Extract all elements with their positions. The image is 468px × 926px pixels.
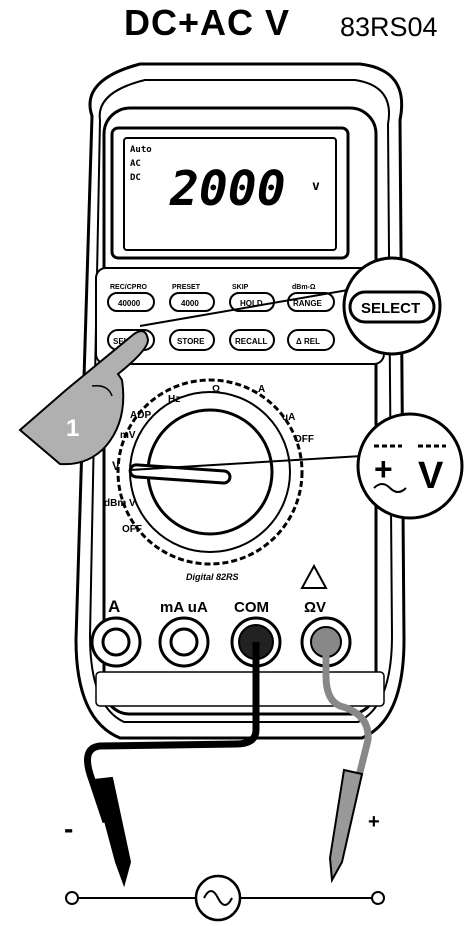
positive-sign: + — [368, 811, 380, 833]
jack-label-com: COM — [234, 599, 269, 616]
lcd-indicator-ac: AC — [130, 159, 141, 169]
multimeter-diagram: Auto AC DC 2000 v REC/CPRO 40000 PRESET … — [18, 62, 464, 922]
jack-info-panel — [95, 671, 385, 707]
mode-callout-v: V — [418, 455, 444, 497]
jack-a — [90, 616, 142, 668]
dial-label-v: V — [112, 459, 120, 473]
button-caption-2: PRESET — [172, 284, 201, 291]
select-callout-label: SELECT — [361, 300, 420, 317]
button-label-40000: 40000 — [118, 299, 141, 308]
jack-label-a: A — [108, 597, 120, 616]
dial-label-off-right: OFF — [294, 434, 314, 445]
jack-ma — [158, 616, 210, 668]
dial-label-off-left: OFF — [122, 524, 142, 535]
dial-brand: Digital 82RS — [186, 572, 239, 582]
dial-label-ohm: Ω — [212, 384, 220, 395]
button-label-range: RANGE — [293, 299, 323, 308]
lcd-reading: 2000 — [169, 161, 286, 217]
circuit-terminal-right — [371, 891, 385, 905]
dial-label-dbmv: dBm V — [104, 498, 136, 509]
button-caption-4: dBm-Ω — [292, 284, 316, 291]
negative-sign: - — [64, 813, 73, 844]
button-label-4000: 4000 — [181, 299, 199, 308]
dial-label-hz: Hz — [168, 394, 180, 405]
lcd-unit: v — [312, 179, 320, 194]
button-caption-3: SKIP — [232, 284, 249, 291]
button-label-rel: Δ REL — [296, 337, 320, 346]
dial-label-a: A — [258, 384, 265, 395]
mode-callout-plus: + — [374, 451, 393, 487]
dial-label-mv: mV — [120, 430, 136, 441]
lcd-indicator-auto: Auto — [130, 145, 152, 155]
jack-label-ma: mA uA — [160, 599, 208, 616]
button-caption-1: REC/CPRO — [110, 284, 148, 291]
jack-label-v: ΩV — [304, 599, 326, 616]
circuit-terminal-left — [65, 891, 79, 905]
step-number: 1 — [66, 415, 79, 442]
button-label-store: STORE — [177, 337, 205, 346]
dial-label-adp: ADP — [130, 410, 151, 421]
positive-probe — [328, 768, 364, 884]
button-label-recall: RECALL — [235, 337, 268, 346]
dial-label-ua: uA — [282, 412, 295, 423]
negative-probe — [92, 776, 132, 888]
lcd-indicator-dc: DC — [130, 173, 141, 183]
